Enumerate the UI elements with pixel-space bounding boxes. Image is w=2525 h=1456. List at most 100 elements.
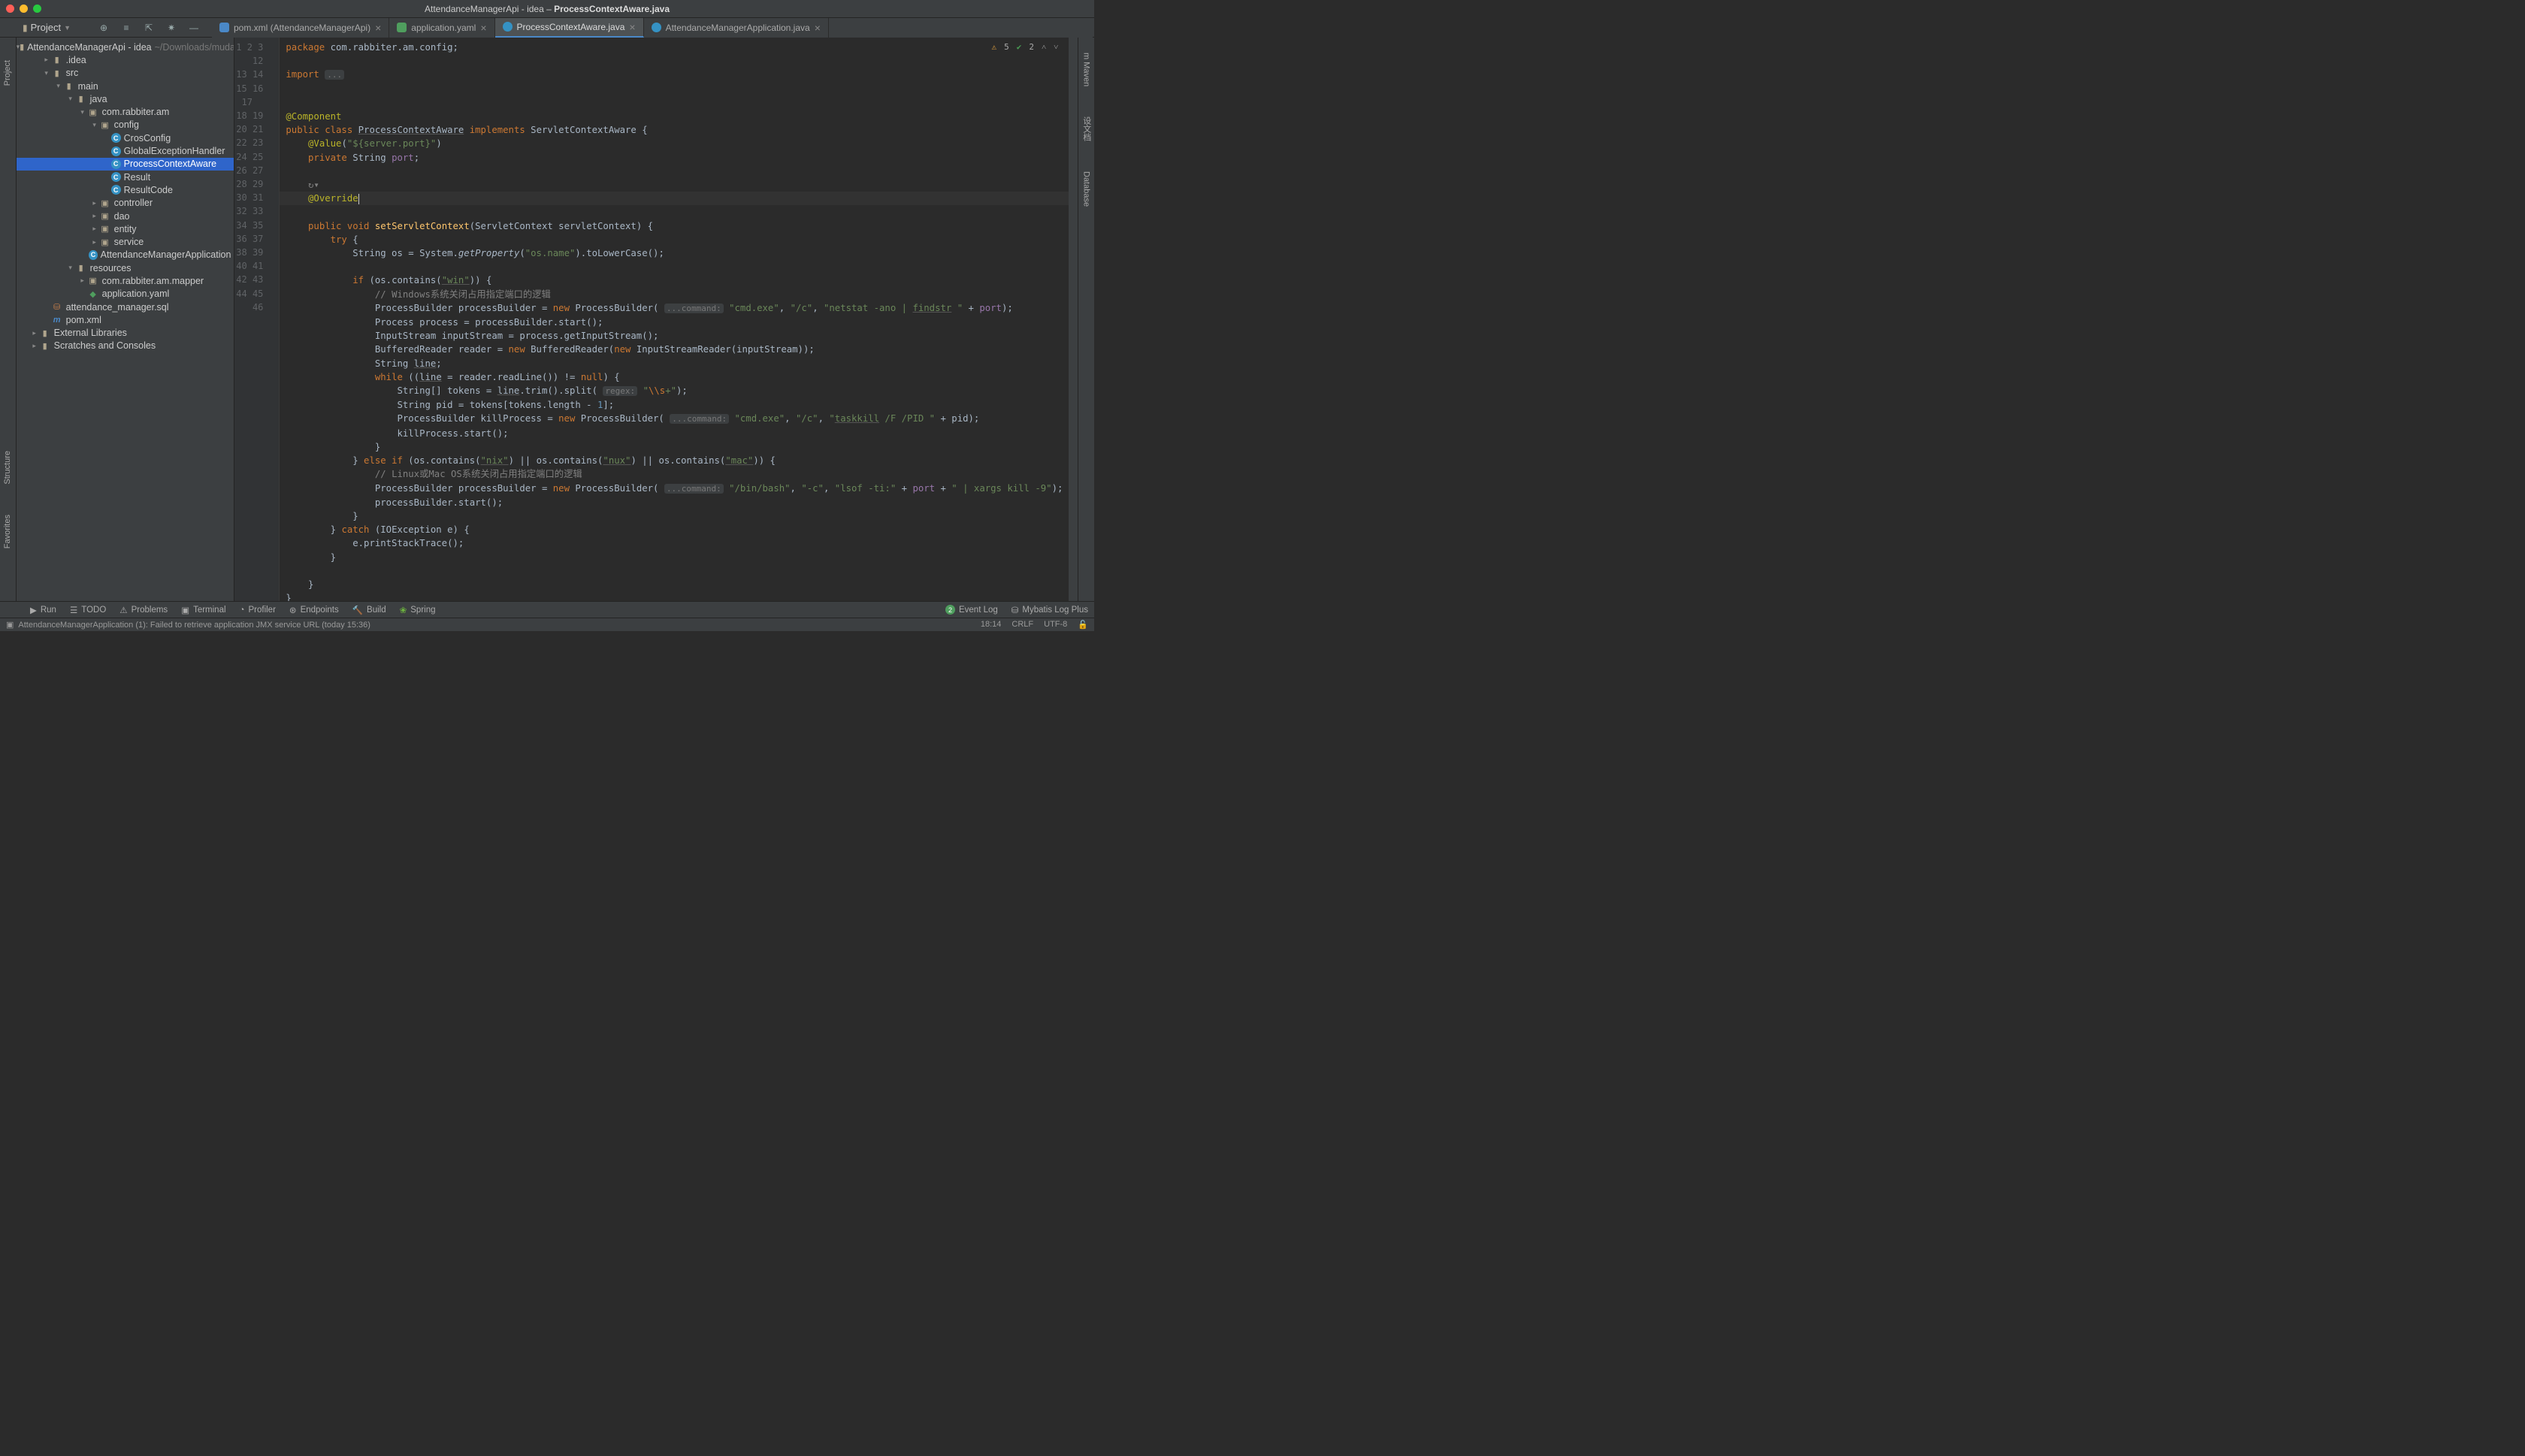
expand-arrow-icon[interactable]: ▸: [30, 329, 39, 337]
tree-node[interactable]: ◆application.yaml: [17, 288, 234, 301]
expand-arrow-icon[interactable]: ▸: [42, 56, 51, 64]
expand-arrow-icon[interactable]: ▸: [78, 276, 87, 285]
chevron-up-icon[interactable]: ˄: [1042, 41, 1046, 54]
tree-node[interactable]: CProcessContextAware: [17, 158, 234, 171]
tree-node[interactable]: ▾▣com.rabbiter.am: [17, 105, 234, 118]
event-badge: 2: [945, 605, 955, 615]
close-icon[interactable]: ×: [629, 21, 635, 33]
run-tool-button[interactable]: ▶Run: [30, 605, 56, 615]
editor-tab[interactable]: application.yaml ×: [389, 18, 494, 38]
expand-arrow-icon[interactable]: ▾: [90, 121, 99, 129]
warning-icon: ⚠: [119, 605, 127, 615]
tree-node[interactable]: CCrosConfig: [17, 131, 234, 144]
right-tool-strip: m Maven 设文档 Database: [1078, 38, 1094, 601]
event-log-button[interactable]: 2Event Log: [945, 605, 998, 615]
close-window-button[interactable]: [6, 5, 14, 13]
collapse-icon[interactable]: ⇱: [143, 22, 155, 34]
tree-node[interactable]: CGlobalExceptionHandler: [17, 144, 234, 157]
tab-label: application.yaml: [411, 23, 476, 33]
window-title: AttendanceManagerApi - idea – ProcessCon…: [425, 4, 670, 14]
project-tool-tab[interactable]: Project: [3, 60, 12, 86]
close-icon[interactable]: ×: [375, 22, 381, 34]
editor-tab[interactable]: ProcessContextAware.java×: [495, 18, 644, 38]
expand-arrow-icon[interactable]: ▾: [54, 82, 63, 90]
expand-arrow-icon[interactable]: ▸: [90, 199, 99, 207]
tree-node[interactable]: CAttendanceManagerApplication: [17, 249, 234, 261]
close-icon[interactable]: ×: [480, 22, 486, 34]
tree-node[interactable]: ▸▣dao: [17, 210, 234, 222]
tree-label: AttendanceManagerApplication: [101, 249, 231, 260]
terminal-tool-button[interactable]: ▣Terminal: [181, 605, 225, 615]
tree-node[interactable]: ▾▣config: [17, 119, 234, 131]
mybatis-log-button[interactable]: ⛁Mybatis Log Plus: [1012, 605, 1088, 615]
warning-icon: ⚠: [991, 41, 996, 54]
settings-icon[interactable]: ✷: [165, 22, 177, 34]
tree-node[interactable]: ▾▮AttendanceManagerApi - idea~/Downloads…: [17, 41, 234, 53]
editor-tab[interactable]: pom.xml (AttendanceManagerApi)×: [212, 18, 389, 38]
tree-node[interactable]: ▸▣controller: [17, 197, 234, 210]
close-icon[interactable]: ×: [815, 22, 821, 34]
tree-node[interactable]: mpom.xml: [17, 313, 234, 326]
expand-arrow-icon[interactable]: ▸: [30, 342, 39, 350]
encoding[interactable]: UTF-8: [1044, 620, 1067, 630]
locate-icon[interactable]: ⊕: [98, 22, 110, 34]
scrollbar[interactable]: [1069, 38, 1078, 601]
problems-tool-button[interactable]: ⚠Problems: [119, 605, 168, 615]
tree-label: .idea: [66, 55, 86, 65]
expand-arrow-icon[interactable]: ▾: [42, 69, 51, 77]
tab-label: AttendanceManagerApplication.java: [666, 23, 810, 33]
tree-node[interactable]: CResult: [17, 171, 234, 183]
expand-icon[interactable]: ≡: [120, 22, 132, 34]
todo-tool-button[interactable]: ☰TODO: [70, 605, 106, 615]
status-icon[interactable]: ▣: [6, 620, 14, 630]
favorites-tool-tab[interactable]: Favorites: [3, 515, 12, 548]
editor: 1 2 3 12 13 14 15 16 17 18 19 20 21 22 2…: [234, 38, 1078, 601]
class-icon: C: [111, 159, 121, 169]
tree-node[interactable]: ▾▮main: [17, 80, 234, 92]
maven-tool-tab[interactable]: m Maven: [1082, 53, 1091, 86]
project-view-selector[interactable]: ▮ Project ▼: [18, 20, 75, 35]
structure-tool-tab[interactable]: Structure: [3, 451, 12, 485]
expand-arrow-icon[interactable]: ▸: [90, 212, 99, 220]
minimize-window-button[interactable]: [20, 5, 28, 13]
tree-node[interactable]: ▸▮External Libraries: [17, 327, 234, 340]
maximize-window-button[interactable]: [33, 5, 41, 13]
build-tool-button[interactable]: 🔨Build: [352, 605, 386, 615]
docs-tool-tab[interactable]: 设文档: [1081, 116, 1093, 141]
profiler-tool-button[interactable]: ◔Profiler: [240, 606, 276, 615]
expand-arrow-icon[interactable]: ▸: [90, 225, 99, 233]
spring-tool-button[interactable]: ❀Spring: [400, 605, 436, 615]
tree-node[interactable]: ▸▣service: [17, 235, 234, 248]
database-tool-tab[interactable]: Database: [1082, 171, 1091, 207]
editor-tab[interactable]: AttendanceManagerApplication.java ×: [644, 18, 829, 38]
tree-node[interactable]: CResultCode: [17, 183, 234, 196]
code-area[interactable]: package com.rabbiter.am.config; import .…: [280, 38, 1069, 601]
tree-node[interactable]: ▸▣entity: [17, 222, 234, 235]
folder-icon: ▮: [39, 328, 51, 338]
hammer-icon: 🔨: [352, 605, 363, 615]
readonly-icon[interactable]: 🔓: [1078, 620, 1088, 630]
tree-node[interactable]: ▾▮resources: [17, 261, 234, 274]
inspection-widget[interactable]: ⚠5 ✔2 ˄ ˅: [991, 41, 1058, 54]
cursor-position[interactable]: 18:14: [981, 620, 1002, 630]
hide-icon[interactable]: —: [188, 22, 200, 34]
tree-node[interactable]: ▸▮.idea: [17, 53, 234, 66]
class-icon: C: [111, 172, 121, 182]
ok-icon: ✔: [1017, 41, 1022, 54]
tree-node[interactable]: ▸▮Scratches and Consoles: [17, 340, 234, 352]
expand-arrow-icon[interactable]: ▾: [66, 95, 75, 103]
tree-node[interactable]: ▾▮src: [17, 67, 234, 80]
endpoints-tool-button[interactable]: ⊛Endpoints: [289, 605, 339, 615]
expand-arrow-icon[interactable]: ▾: [78, 108, 87, 116]
line-gutter[interactable]: 1 2 3 12 13 14 15 16 17 18 19 20 21 22 2…: [234, 38, 271, 601]
tree-node[interactable]: ▸▣com.rabbiter.am.mapper: [17, 274, 234, 287]
folder-icon: ▮: [75, 263, 87, 273]
expand-arrow-icon[interactable]: ▾: [66, 264, 75, 272]
titlebar: AttendanceManagerApi - idea – ProcessCon…: [0, 0, 1094, 18]
line-separator[interactable]: CRLF: [1012, 620, 1033, 630]
tree-node[interactable]: ▾▮java: [17, 92, 234, 105]
tree-node[interactable]: ⛁attendance_manager.sql: [17, 301, 234, 313]
expand-arrow-icon[interactable]: ▸: [90, 238, 99, 246]
chevron-down-icon[interactable]: ˅: [1054, 41, 1058, 54]
statusbar: ▣ AttendanceManagerApplication (1): Fail…: [0, 618, 1094, 631]
